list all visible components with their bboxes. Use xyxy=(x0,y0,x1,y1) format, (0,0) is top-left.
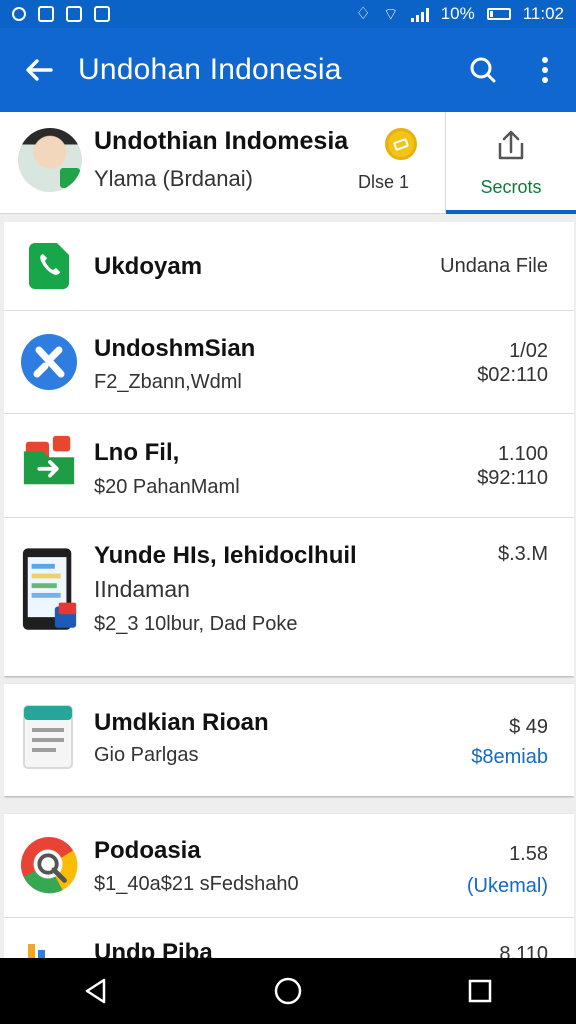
list-item[interactable]: Podoasia $1_40a$21 sFedshah0 1.58 (Ukema… xyxy=(4,814,574,918)
browser-icon xyxy=(20,836,78,894)
list-item[interactable]: UndoshmSian F2_Zbann,Wdml 1/02 $02:110 xyxy=(4,311,574,414)
image-icon xyxy=(38,6,54,22)
item-meta-primary: 8.110 xyxy=(499,943,548,958)
verified-badge-icon xyxy=(385,128,417,160)
list-item[interactable]: Yunde HIs, Iehidoclhuil IIndaman $2_3 10… xyxy=(4,518,574,676)
system-navigation-bar xyxy=(0,958,576,1024)
list-item[interactable]: Undp Piba 8.110 xyxy=(4,918,574,958)
item-meta-primary: $ 49 xyxy=(509,716,548,738)
wifi-icon: ⌔ xyxy=(382,4,399,24)
item-title: Ukdoyam xyxy=(94,253,203,280)
item-title: Yunde HIs, Iehidoclhuil xyxy=(94,542,357,569)
document-icon xyxy=(20,705,78,769)
item-meta: $.3.M xyxy=(498,542,548,566)
file-link[interactable]: Undana File xyxy=(440,254,548,278)
share-label: Secrots xyxy=(480,177,542,197)
profile-header: Undothian Indomesia Ylama (Brdanai) Dlse… xyxy=(0,112,576,214)
vibrate-icon: ♢ xyxy=(355,4,371,23)
item-meta-primary: $.3.M xyxy=(497,543,548,565)
back-button[interactable] xyxy=(0,54,78,86)
item-meta-secondary: $92:110 xyxy=(477,467,548,489)
phone-icon xyxy=(20,237,78,295)
notification-icon xyxy=(66,6,82,22)
back-nav-button[interactable] xyxy=(66,961,126,1021)
clock: 11:02 xyxy=(522,4,564,23)
item-meta: 1.58 (Ukemal) xyxy=(467,838,548,902)
item-title: Podoasia xyxy=(94,837,201,864)
file-list: Ukdoyam Undana File UndoshmSian F2_Zbann… xyxy=(4,222,574,958)
profile-avatar[interactable] xyxy=(18,128,82,192)
file-list-card: Ukdoyam Undana File UndoshmSian F2_Zbann… xyxy=(4,222,574,676)
location-icon xyxy=(12,7,26,21)
item-subtitle: $20 PahanMaml xyxy=(94,476,240,498)
file-list-card: Podoasia $1_40a$21 sFedshah0 1.58 (Ukema… xyxy=(4,814,574,958)
item-meta: 1/02 $02:110 xyxy=(477,339,548,387)
recents-nav-button[interactable] xyxy=(450,961,510,1021)
item-meta-primary: 1.58 xyxy=(509,843,548,865)
app-icon xyxy=(20,936,54,958)
item-meta-primary: 1/02 xyxy=(509,340,548,362)
share-tab[interactable]: Secrots xyxy=(445,112,576,214)
item-title: UndoshmSian xyxy=(94,335,256,362)
item-subtitle: F2_Zbann,Wdml xyxy=(94,371,242,393)
list-item[interactable]: Umdkian Rioan Gio Parlgas $ 49 $8emiab xyxy=(4,684,574,796)
app-bar: Undohan Indonesia xyxy=(0,28,576,112)
item-meta-link[interactable]: $8emiab xyxy=(471,742,548,772)
tools-icon xyxy=(20,333,78,391)
item-subtitle: IIndaman xyxy=(94,576,190,602)
recents-nav-icon xyxy=(468,979,492,1003)
profile-count: Dlse 1 xyxy=(357,172,409,192)
item-meta-link[interactable]: (Ukemal) xyxy=(467,870,548,902)
share-icon xyxy=(498,130,524,160)
item-meta: $ 49 $8emiab xyxy=(471,712,548,772)
item-subtitle: Gio Parlgas xyxy=(94,744,199,766)
list-item[interactable]: Ukdoyam Undana File xyxy=(4,222,574,311)
list-item[interactable]: Lno Fil, $20 PahanMaml 1.100 $92:110 xyxy=(4,414,574,518)
item-title: Lno Fil, xyxy=(94,439,180,466)
search-icon xyxy=(470,57,496,83)
folder-icon xyxy=(20,434,78,492)
battery-icon xyxy=(486,8,511,20)
status-bar: ♢ ⌔ 10% 11:02 xyxy=(0,0,576,28)
avatar-badge-icon xyxy=(60,168,80,188)
app-notification-icon xyxy=(94,6,110,22)
item-meta-secondary: $02:110 xyxy=(477,364,548,386)
item-title: Undp Piba xyxy=(94,939,213,958)
home-nav-icon xyxy=(274,977,302,1005)
item-subtitle-secondary: $2_3 10lbur, Dad Poke xyxy=(94,613,298,635)
app-title: Undohan Indonesia xyxy=(78,53,342,86)
file-list-card: Umdkian Rioan Gio Parlgas $ 49 $8emiab xyxy=(4,684,574,796)
more-vert-icon xyxy=(542,57,548,83)
item-title: Umdkian Rioan xyxy=(94,709,269,736)
signal-icon xyxy=(410,6,429,22)
battery-percent: 10% xyxy=(440,4,475,23)
more-options-button[interactable] xyxy=(514,55,576,85)
item-subtitle: $1_40a$21 sFedshah0 xyxy=(94,873,299,895)
tablet-icon xyxy=(20,546,80,636)
item-meta-primary: 1.100 xyxy=(497,443,548,465)
arrow-left-icon xyxy=(26,59,53,81)
item-meta: 1.100 $92:110 xyxy=(477,442,548,490)
search-button[interactable] xyxy=(452,55,514,85)
back-nav-icon xyxy=(85,978,106,1004)
home-nav-button[interactable] xyxy=(258,961,318,1021)
selected-tab-indicator xyxy=(446,210,576,214)
item-meta: 8.110 xyxy=(499,942,548,958)
